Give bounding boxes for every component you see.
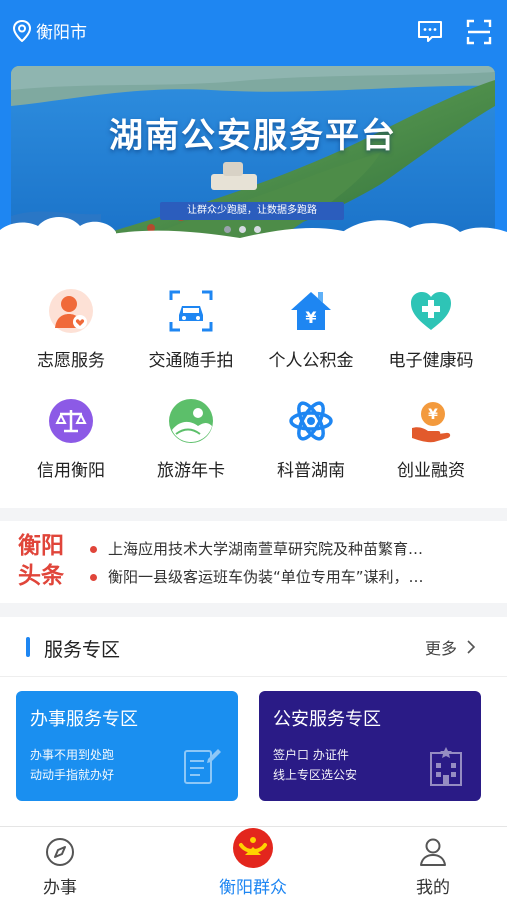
- section-title: 服务专区: [44, 639, 121, 661]
- atom-icon: [289, 401, 333, 441]
- headlines-logo-line: 头条: [18, 562, 64, 589]
- headlines-list: 上海应用技术大学湖南萱草研究院及种苗繁育… 衡阳一县级客运班车伪装“单位专用车”…: [88, 535, 502, 591]
- carousel-dot[interactable]: [254, 226, 261, 233]
- nav-label: 办事: [43, 878, 77, 898]
- grid-item-science-hunan[interactable]: 科普湖南: [251, 396, 371, 496]
- card-police-service[interactable]: 公安服务专区 签户口 办证件 线上专区选公安: [259, 691, 481, 801]
- svg-text:¥: ¥: [428, 407, 438, 423]
- finance-icon: ¥: [412, 402, 451, 443]
- app-screen: 衡阳市 湖南公安服务平台 让群众少跑腿，让数据多跑路 志愿服务 交通随手拍 ¥ …: [0, 0, 507, 900]
- grid-label: 电子健康码: [388, 351, 474, 371]
- grid-item-health-code[interactable]: 电子健康码: [371, 286, 491, 386]
- card-affairs-service[interactable]: 办事服务专区 办事不用到处跑 动动手指就办好: [16, 691, 238, 801]
- travel-card-icon: [169, 399, 213, 443]
- banner-title: 湖南公安服务平台: [109, 116, 397, 156]
- card-title: 公安服务专区: [273, 709, 381, 730]
- headlines-logo: 衡阳 头条: [18, 531, 74, 591]
- chevron-right-icon: [467, 640, 476, 654]
- grid-label: 旅游年卡: [157, 461, 225, 481]
- scan-icon: [466, 19, 492, 45]
- grid-item-housing-fund[interactable]: ¥ 个人公积金: [251, 286, 371, 386]
- nav-label: 衡阳群众: [219, 878, 287, 898]
- more-link[interactable]: 更多: [425, 635, 479, 659]
- nav-label: 我的: [416, 878, 450, 898]
- nav-tab-hengyang-masses[interactable]: 衡阳群众: [193, 827, 313, 900]
- document-edit-icon: [184, 749, 221, 784]
- credit-scale-icon: [49, 399, 93, 443]
- location-selector[interactable]: 衡阳市: [12, 18, 87, 43]
- grid-label: 信用衡阳: [37, 461, 105, 481]
- top-bar: 衡阳市: [0, 0, 507, 64]
- nav-tab-affairs[interactable]: 办事: [0, 827, 120, 900]
- carousel-dot[interactable]: [239, 226, 246, 233]
- carousel-dot[interactable]: [224, 226, 231, 233]
- bottom-nav: 办事 衡阳群众 我的: [0, 826, 507, 900]
- scan-button[interactable]: [463, 16, 495, 48]
- section-accent-bar: [26, 637, 30, 657]
- grid-label: 个人公积金: [268, 351, 354, 371]
- housing-fund-icon: ¥: [291, 292, 331, 330]
- headline-item[interactable]: 衡阳一县级客运班车伪装“单位专用车”谋利，…: [88, 563, 502, 591]
- grid-item-travel-card[interactable]: 旅游年卡: [131, 396, 251, 496]
- card-title: 办事服务专区: [30, 709, 138, 730]
- health-code-icon: [411, 292, 451, 330]
- hengyang-masses-logo-icon: [233, 828, 273, 868]
- headline-item[interactable]: 上海应用技术大学湖南萱草研究院及种苗繁育…: [88, 535, 502, 563]
- headlines-section: 衡阳 头条 上海应用技术大学湖南萱草研究院及种苗繁育… 衡阳一县级客运班车伪装“…: [0, 521, 507, 603]
- grid-label: 科普湖南: [277, 461, 345, 481]
- grid-label: 志愿服务: [37, 351, 105, 371]
- more-label: 更多: [425, 639, 458, 658]
- message-icon: [418, 21, 442, 42]
- service-zone-header: 服务专区 更多: [0, 617, 507, 677]
- carousel-indicator: [224, 226, 261, 233]
- message-button[interactable]: [414, 16, 446, 48]
- volunteer-icon: [49, 289, 93, 333]
- grid-item-traffic-photo[interactable]: 交通随手拍: [131, 286, 251, 386]
- police-building-icon: [430, 747, 462, 786]
- car-camera-icon: [169, 290, 213, 332]
- city-label: 衡阳市: [36, 23, 87, 43]
- nav-tab-mine[interactable]: 我的: [373, 827, 493, 900]
- user-icon: [420, 838, 446, 866]
- grid-item-startup-finance[interactable]: ¥ 创业融资: [371, 396, 491, 496]
- service-zone: 服务专区 更多 办事服务专区 办事不用到处跑 动动手指就办好 公安服务专区 签户…: [0, 617, 507, 827]
- headlines-logo-line: 衡阳: [18, 532, 64, 559]
- compass-icon: [46, 838, 74, 866]
- grid-label: 创业融资: [397, 461, 465, 481]
- grid-label: 交通随手拍: [148, 351, 234, 371]
- grid-item-volunteer[interactable]: 志愿服务: [11, 286, 131, 386]
- grid-item-credit-hengyang[interactable]: 信用衡阳: [11, 396, 131, 496]
- location-pin-icon: [12, 19, 32, 42]
- services-grid: 志愿服务 交通随手拍 ¥ 个人公积金 电子健康码 信用衡阳 旅游年卡 科普湖南 …: [0, 240, 507, 508]
- svg-text:¥: ¥: [305, 308, 316, 327]
